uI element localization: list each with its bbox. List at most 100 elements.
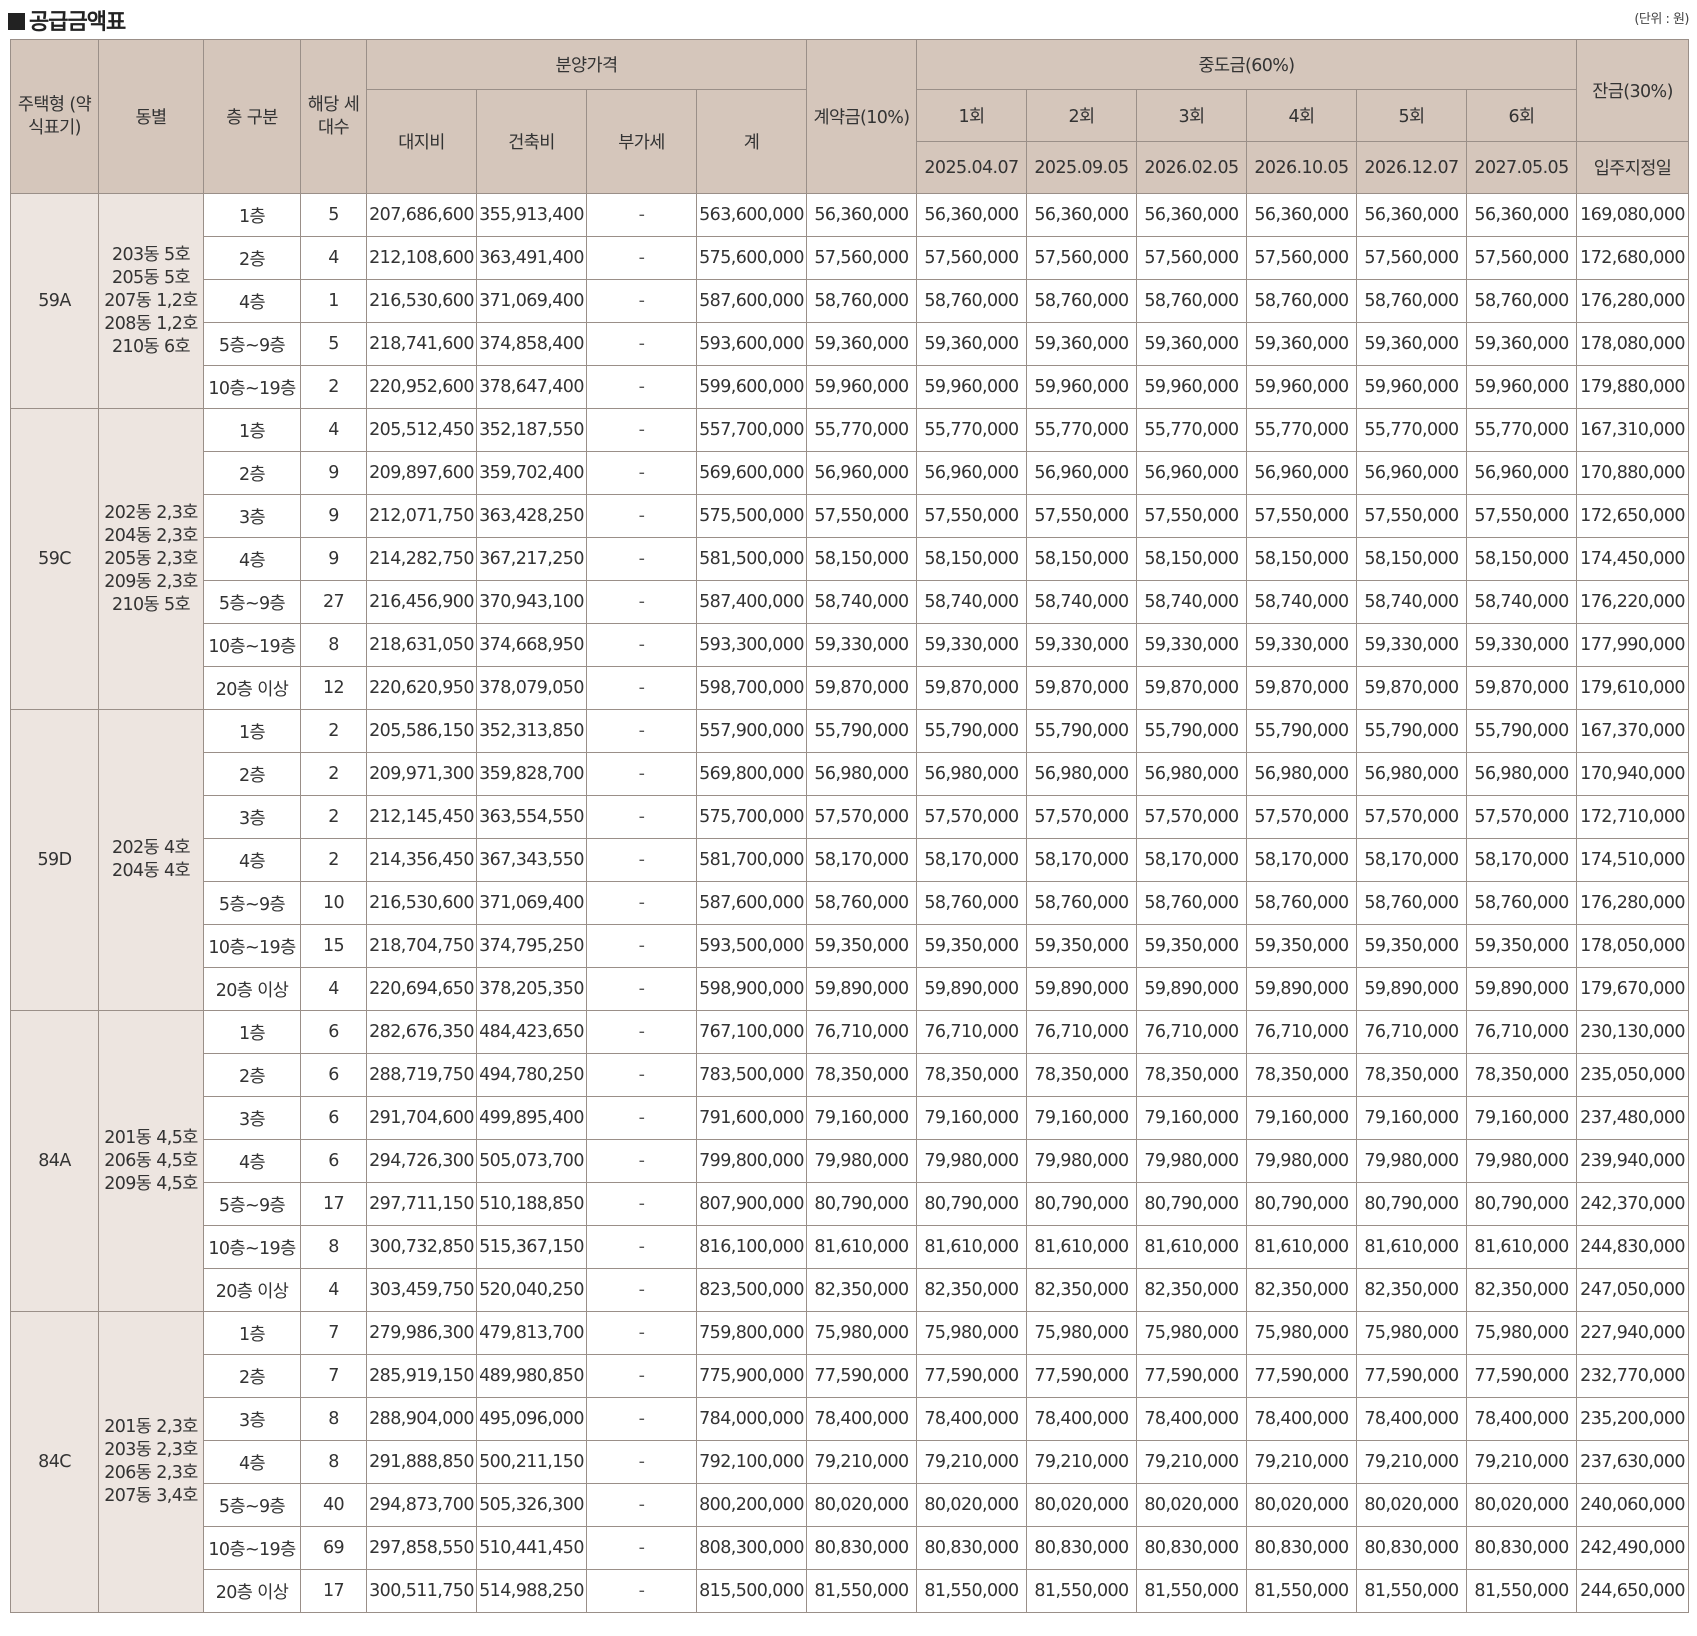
floor-cell: 3층 <box>203 795 301 839</box>
building-price-cell: 367,343,550 <box>476 838 587 882</box>
middle-payment-4-cell: 57,550,000 <box>1246 494 1357 538</box>
middle-payment-4-cell: 81,610,000 <box>1246 1225 1357 1269</box>
middle-payment-3-cell: 59,360,000 <box>1136 322 1247 366</box>
header-vat: 부가세 <box>586 89 697 194</box>
balance-cell: 242,370,000 <box>1576 1182 1690 1226</box>
total-price-cell: 587,400,000 <box>696 580 807 624</box>
dong-cell: 203동 5호 205동 5호 207동 1,2호 208동 1,2호 210동… <box>98 193 204 409</box>
middle-payment-1-cell: 55,770,000 <box>916 408 1027 452</box>
deposit-cell: 80,830,000 <box>806 1526 917 1570</box>
header-date-6: 2027.05.05 <box>1465 141 1578 194</box>
building-price-cell: 363,554,550 <box>476 795 587 839</box>
middle-payment-5-cell: 55,790,000 <box>1356 709 1467 753</box>
middle-payment-6-cell: 57,570,000 <box>1465 795 1578 839</box>
total-price-cell: 575,500,000 <box>696 494 807 538</box>
house-type-cell: 59D <box>10 709 99 1011</box>
middle-payment-6-cell: 56,360,000 <box>1465 193 1578 237</box>
balance-cell: 237,630,000 <box>1576 1440 1690 1484</box>
middle-payment-4-cell: 55,770,000 <box>1246 408 1357 452</box>
header-households: 해당 세대수 <box>300 39 367 194</box>
deposit-cell: 58,760,000 <box>806 279 917 323</box>
house-type-cell: 84A <box>10 1010 99 1312</box>
building-price-cell: 499,895,400 <box>476 1096 587 1140</box>
table-row: 84A 201동 4,5호 206동 4,5호 209동 4,5호 1층 6 282,6… <box>10 1010 1690 1312</box>
deposit-cell: 57,570,000 <box>806 795 917 839</box>
middle-payment-3-cell: 57,550,000 <box>1136 494 1247 538</box>
middle-payment-2-cell: 81,550,000 <box>1026 1569 1137 1613</box>
total-price-cell: 575,700,000 <box>696 795 807 839</box>
total-price-cell: 569,800,000 <box>696 752 807 796</box>
middle-payment-3-cell: 59,350,000 <box>1136 924 1247 968</box>
floor-cell: 5층~9층 <box>203 580 301 624</box>
floor-cell: 5층~9층 <box>203 322 301 366</box>
land-price-cell: 214,282,750 <box>366 537 477 581</box>
balance-cell: 172,710,000 <box>1576 795 1690 839</box>
middle-payment-6-cell: 58,740,000 <box>1465 580 1578 624</box>
house-type-cell: 84C <box>10 1311 99 1613</box>
floor-cell: 2층 <box>203 236 301 280</box>
middle-payment-4-cell: 58,150,000 <box>1246 537 1357 581</box>
total-price-cell: 581,500,000 <box>696 537 807 581</box>
middle-payment-1-cell: 58,170,000 <box>916 838 1027 882</box>
vat-cell: - <box>586 623 697 667</box>
middle-payment-3-cell: 59,960,000 <box>1136 365 1247 409</box>
vat-cell: - <box>586 1010 697 1054</box>
balance-cell: 247,050,000 <box>1576 1268 1690 1312</box>
household-count-cell: 15 <box>300 924 367 968</box>
header-date-2: 2025.09.05 <box>1026 141 1137 194</box>
household-count-cell: 10 <box>300 881 367 925</box>
balance-cell: 235,200,000 <box>1576 1397 1690 1441</box>
vat-cell: - <box>586 451 697 495</box>
unit-note: (단위 : 원) <box>1634 12 1689 27</box>
table-row: 4층 1 216,530,600 371,069,400-587,600,000 58,… <box>11 279 1690 323</box>
floor-cell: 20층 이상 <box>203 666 301 710</box>
middle-payment-3-cell: 57,560,000 <box>1136 236 1247 280</box>
deposit-cell: 59,330,000 <box>806 623 917 667</box>
middle-payment-4-cell: 58,740,000 <box>1246 580 1357 624</box>
middle-payment-3-cell: 55,790,000 <box>1136 709 1247 753</box>
middle-payment-1-cell: 58,740,000 <box>916 580 1027 624</box>
middle-payment-3-cell: 81,610,000 <box>1136 1225 1247 1269</box>
deposit-cell: 55,770,000 <box>806 408 917 452</box>
deposit-cell: 77,590,000 <box>806 1354 917 1398</box>
table-row: 2층 7 285,919,150 489,980,850-775,900,000 77,… <box>11 1354 1690 1398</box>
middle-payment-2-cell: 77,590,000 <box>1026 1354 1137 1398</box>
middle-payment-1-cell: 59,350,000 <box>916 924 1027 968</box>
balance-cell: 178,080,000 <box>1576 322 1690 366</box>
dong-cell: 201동 2,3호 203동 2,3호 206동 2,3호 207동 3,4호 <box>98 1311 204 1613</box>
middle-payment-4-cell: 59,330,000 <box>1246 623 1357 667</box>
middle-payment-4-cell: 78,400,000 <box>1246 1397 1357 1441</box>
middle-payment-1-cell: 59,870,000 <box>916 666 1027 710</box>
table-row: 5층~9층 27 216,456,900 370,943,100-587,400,00… <box>11 580 1690 624</box>
household-count-cell: 7 <box>300 1354 367 1398</box>
middle-payment-5-cell: 77,590,000 <box>1356 1354 1467 1398</box>
household-count-cell: 1 <box>300 279 367 323</box>
page-title: 공급금액표 <box>8 4 126 36</box>
middle-payment-5-cell: 59,870,000 <box>1356 666 1467 710</box>
middle-payment-6-cell: 79,210,000 <box>1465 1440 1578 1484</box>
middle-payment-4-cell: 79,210,000 <box>1246 1440 1357 1484</box>
floor-cell: 2층 <box>203 1354 301 1398</box>
deposit-cell: 59,360,000 <box>806 322 917 366</box>
land-price-cell: 212,108,600 <box>366 236 477 280</box>
middle-payment-1-cell: 57,570,000 <box>916 795 1027 839</box>
middle-payment-1-cell: 56,960,000 <box>916 451 1027 495</box>
middle-payment-2-cell: 55,790,000 <box>1026 709 1137 753</box>
household-count-cell: 2 <box>300 838 367 882</box>
header-round-6: 6회 <box>1465 89 1578 142</box>
household-count-cell: 4 <box>300 408 367 452</box>
table-body: 59A 203동 5호 205동 5호 207동 1,2호 208동 1,2호 2… <box>10 193 1690 1613</box>
land-price-cell: 297,858,550 <box>366 1526 477 1570</box>
middle-payment-2-cell: 58,150,000 <box>1026 537 1137 581</box>
land-price-cell: 288,719,750 <box>366 1053 477 1097</box>
middle-payment-4-cell: 56,980,000 <box>1246 752 1357 796</box>
middle-payment-3-cell: 79,160,000 <box>1136 1096 1247 1140</box>
building-price-cell: 371,069,400 <box>476 881 587 925</box>
middle-payment-4-cell: 59,960,000 <box>1246 365 1357 409</box>
household-count-cell: 4 <box>300 967 367 1011</box>
middle-payment-6-cell: 56,960,000 <box>1465 451 1578 495</box>
balance-cell: 172,680,000 <box>1576 236 1690 280</box>
middle-payment-6-cell: 77,590,000 <box>1465 1354 1578 1398</box>
total-price-cell: 557,900,000 <box>696 709 807 753</box>
table-row: 4층 2 214,356,450 367,343,550-581,700,000 58,… <box>11 838 1690 882</box>
